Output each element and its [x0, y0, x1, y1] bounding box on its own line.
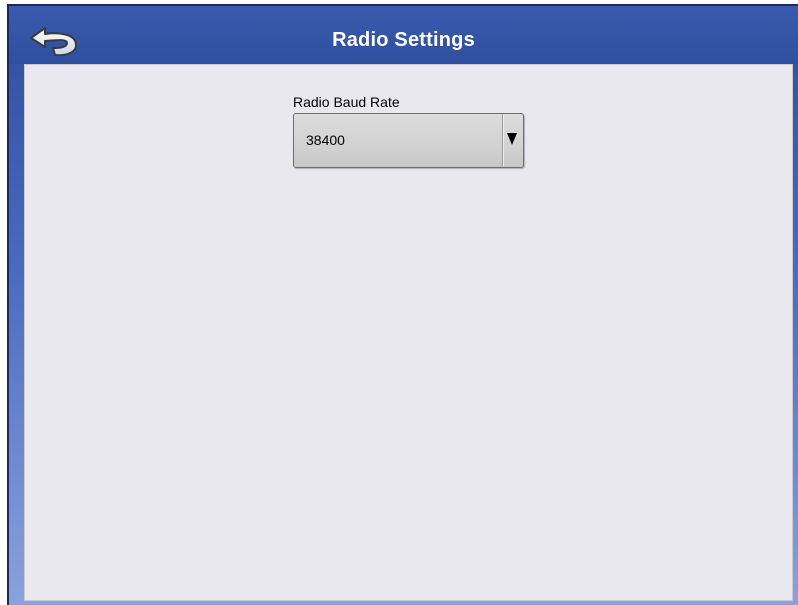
dropdown-arrow-icon: [507, 133, 517, 145]
title-bar: Radio Settings: [9, 6, 798, 64]
dropdown-divider: [502, 114, 503, 167]
settings-panel: Radio Baud Rate 38400: [24, 64, 793, 601]
settings-window: Radio Settings Radio Baud Rate 38400: [7, 4, 798, 605]
baud-rate-value: 38400: [306, 132, 345, 148]
baud-rate-dropdown[interactable]: 38400: [293, 113, 524, 168]
baud-rate-label: Radio Baud Rate: [293, 94, 400, 110]
page-title: Radio Settings: [332, 29, 475, 51]
